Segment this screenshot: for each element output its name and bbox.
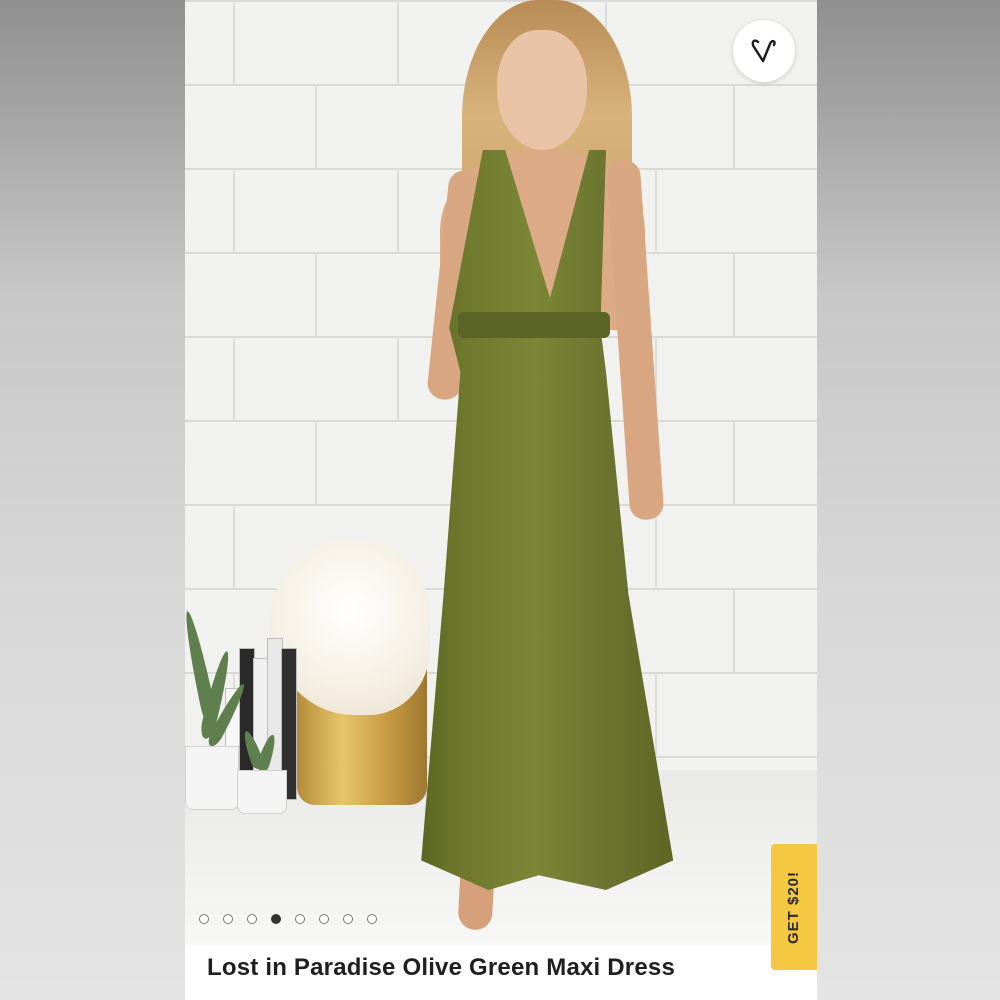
gallery-dot[interactable] (223, 914, 233, 924)
plant-pot-small (235, 729, 289, 814)
right-blur-backdrop (817, 0, 1000, 1000)
gallery-dots (199, 914, 377, 924)
gallery-dot[interactable] (367, 914, 377, 924)
model-face (497, 30, 587, 150)
gallery-dot[interactable] (343, 914, 353, 924)
left-blur-backdrop (0, 0, 185, 1000)
like-button[interactable] (733, 20, 795, 82)
listing-title: Lost in Paradise Olive Green Maxi Dress (207, 954, 675, 981)
get-20-promo-tab[interactable]: GET $20! (771, 844, 817, 970)
gallery-dot[interactable] (319, 914, 329, 924)
gallery-dot[interactable] (295, 914, 305, 924)
product-photo[interactable] (185, 0, 817, 945)
gallery-dot-active[interactable] (271, 914, 281, 924)
dress-waistband (458, 312, 610, 338)
model-figure (410, 0, 690, 940)
promo-label: GET $20! (785, 870, 803, 944)
gallery-dot[interactable] (247, 914, 257, 924)
heart-outline-icon (751, 39, 776, 63)
gallery-dot[interactable] (199, 914, 209, 924)
listing-card: Lost in Paradise Olive Green Maxi Dress (185, 0, 817, 1000)
